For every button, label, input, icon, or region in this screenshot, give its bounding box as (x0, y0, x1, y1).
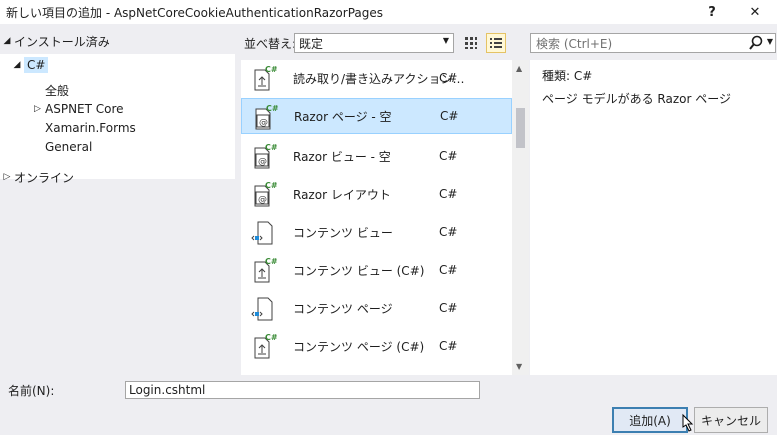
online-label: オンライン (14, 170, 75, 185)
content-view-icon (251, 221, 273, 245)
type-value: C# (573, 69, 593, 83)
template-name: Razor ページ - 空 (294, 109, 392, 124)
template-item[interactable]: C# 読み取り/書き込みアクション… C# (241, 60, 512, 96)
expanded-arrow-icon[interactable]: ◢ (10, 60, 24, 70)
sort-value: 既定 (299, 36, 324, 51)
list-view-icon (490, 38, 502, 48)
type-label: 種類: (542, 69, 571, 83)
template-item[interactable]: コンテンツ ビュー C# (241, 214, 512, 250)
template-item[interactable]: C# コンテンツ ビュー (C#) C# (241, 252, 512, 288)
svg-text:C#: C# (266, 104, 278, 113)
razor-layout-icon: @ C# (254, 181, 277, 207)
search-input[interactable]: 検索 (Ctrl+E) ▼ (530, 33, 776, 53)
add-button[interactable]: 追加(A) (612, 407, 688, 433)
template-name: コンテンツ ビュー (C#) (293, 263, 425, 278)
details-panel: 種類: C# ページ モデルがある Razor ページ (530, 60, 777, 375)
tree-installed[interactable]: ◢ インストール済み (0, 32, 110, 50)
template-language: C# (439, 301, 458, 315)
template-language: C# (439, 263, 458, 277)
template-name: コンテンツ ビュー (293, 225, 393, 240)
installed-label: インストール済み (14, 34, 110, 49)
list-view-button[interactable] (486, 33, 506, 53)
sort-label-wrap: 並べ替え: (244, 33, 296, 53)
template-item[interactable]: @ C# Razor ビュー - 空 C# (241, 138, 512, 174)
tree-item-general[interactable]: General (45, 138, 92, 156)
sort-label: 並べ替え: (244, 36, 297, 51)
template-item[interactable]: @ C# Razor レイアウト C# (241, 176, 512, 212)
tree-item-label: ASPNET Core (45, 102, 124, 116)
svg-text:@: @ (259, 118, 268, 128)
tree-item-general-jp[interactable]: 全般 (45, 81, 69, 99)
search-icon[interactable] (749, 35, 763, 51)
template-description: ページ モデルがある Razor ページ (542, 92, 731, 106)
razor-view-icon: @ C# (254, 143, 277, 169)
razor-page-icon: @ C# (255, 104, 278, 130)
svg-text:C#: C# (265, 333, 277, 342)
svg-text:@: @ (258, 157, 267, 167)
template-name: Razor レイアウト (293, 187, 391, 202)
collapsed-arrow-icon[interactable]: ▷ (30, 104, 45, 114)
collapsed-arrow-icon[interactable]: ▷ (0, 172, 14, 182)
template-item[interactable] (241, 366, 512, 375)
expanded-arrow-icon[interactable]: ◢ (0, 36, 14, 46)
cs-content-view-icon: C# (254, 257, 277, 283)
template-language: C# (439, 149, 458, 163)
template-name: コンテンツ ページ (293, 301, 393, 316)
cs-action-icon: C# (254, 65, 277, 91)
search-options-arrow-icon[interactable]: ▼ (767, 37, 773, 46)
sort-dropdown[interactable]: 既定 ▼ (294, 33, 454, 53)
mouse-cursor-icon (682, 413, 694, 432)
tree-item-csharp-label: C# (24, 57, 49, 73)
tree-item-csharp[interactable]: ◢ C# (10, 56, 49, 74)
search-placeholder: 検索 (Ctrl+E) (536, 36, 613, 51)
tree-item-label: 全般 (45, 83, 70, 98)
svg-text:C#: C# (265, 181, 277, 190)
svg-text:C#: C# (265, 65, 277, 74)
page-icon (249, 370, 277, 375)
tree-item-label: Xamarin.Forms (45, 121, 136, 135)
type-row: 種類: C# (542, 67, 592, 84)
help-button[interactable]: ? (697, 0, 727, 24)
title-bar: 新しい項目の追加 - AspNetCoreCookieAuthenticatio… (0, 0, 777, 24)
template-item[interactable]: コンテンツ ページ C# (241, 290, 512, 326)
template-name: Razor ビュー - 空 (293, 149, 391, 164)
scroll-down-icon[interactable]: ▼ (516, 362, 522, 371)
tree-online[interactable]: ▷ オンライン (0, 168, 74, 186)
template-name: コンテンツ ページ (C#) (293, 339, 425, 354)
template-language: C# (439, 339, 458, 353)
cancel-button[interactable]: キャンセル (694, 407, 768, 433)
window-title: 新しい項目の追加 - AspNetCoreCookieAuthenticatio… (6, 5, 383, 20)
tree-item-xamarin-forms[interactable]: Xamarin.Forms (45, 119, 136, 137)
svg-text:@: @ (258, 195, 267, 205)
grid-view-icon (465, 37, 477, 49)
template-list: C# 読み取り/書き込みアクション… C# @ C# Razor ページ - 空… (241, 60, 529, 375)
template-language: C# (439, 225, 458, 239)
category-panel: ◢ インストール済み ◢ C# 全般 ▷ ASPNET Core Xamarin… (0, 24, 235, 375)
template-item[interactable]: @ C# Razor ページ - 空 C# (241, 98, 512, 134)
template-item[interactable]: C# コンテンツ ページ (C#) C# (241, 328, 512, 364)
grid-view-button[interactable] (461, 33, 481, 53)
scroll-thumb[interactable] (516, 108, 525, 148)
template-language: C# (439, 187, 458, 201)
tree-item-aspnet-core[interactable]: ▷ ASPNET Core (30, 100, 124, 118)
dropdown-arrow-icon: ▼ (442, 36, 449, 45)
tree-item-label: General (45, 140, 93, 154)
template-language: C# (439, 71, 458, 85)
category-tree: ◢ C# 全般 ▷ ASPNET Core Xamarin.Forms Gene… (0, 54, 235, 179)
cs-content-page-icon: C# (254, 333, 277, 359)
scroll-up-icon[interactable]: ▲ (516, 64, 522, 73)
close-button[interactable]: ✕ (740, 0, 770, 24)
name-label: 名前(N): (8, 384, 55, 398)
content-page-icon (251, 297, 273, 321)
svg-text:C#: C# (265, 257, 277, 266)
template-language: C# (440, 109, 459, 123)
name-field[interactable] (125, 381, 480, 399)
svg-text:C#: C# (265, 143, 277, 152)
list-scrollbar[interactable]: ▲ ▼ (512, 60, 529, 375)
